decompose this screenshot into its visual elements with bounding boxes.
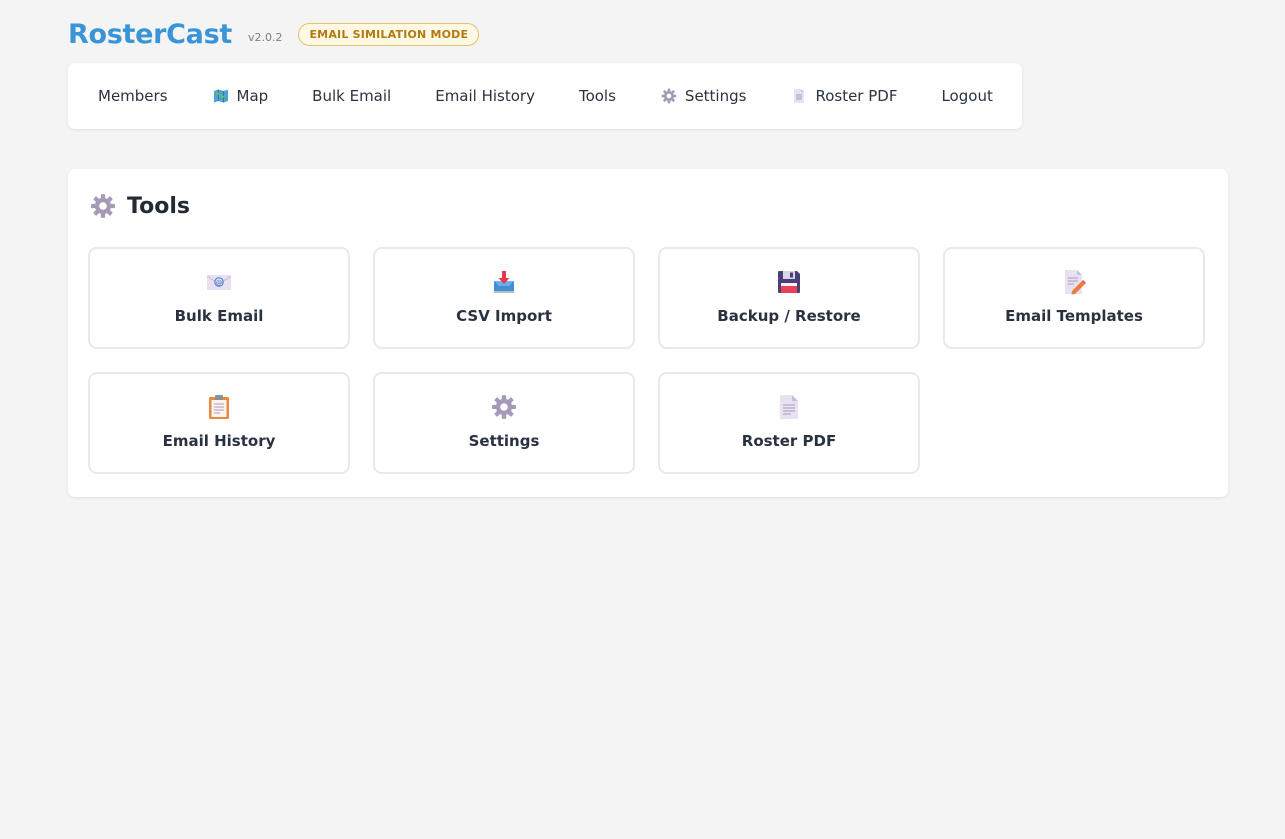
document-icon <box>776 394 802 420</box>
nav-item-label: Tools <box>578 87 616 105</box>
document-icon <box>790 87 808 105</box>
tool-card-roster-pdf[interactable]: Roster PDF <box>658 372 920 474</box>
tool-card-bulk-email[interactable]: @ Bulk Email <box>88 247 350 349</box>
panel-title-text: Tools <box>127 193 190 219</box>
tool-card-csv-import[interactable]: CSV Import <box>373 247 635 349</box>
tools-panel: Tools @ Bulk Email CSV Import Backup / R… <box>68 169 1228 497</box>
memo-pencil-icon <box>1061 269 1087 295</box>
nav-item-members[interactable]: Members <box>76 76 190 116</box>
nav-item-settings[interactable]: Settings <box>638 76 769 116</box>
tool-card-backup-restore[interactable]: Backup / Restore <box>658 247 920 349</box>
nav-item-label: Logout <box>941 87 993 105</box>
svg-text:@: @ <box>216 278 223 286</box>
clipboard-icon <box>206 394 232 420</box>
nav-item-label: Email History <box>435 87 535 105</box>
card-label: Roster PDF <box>741 432 837 450</box>
main-nav: Members Map Bulk Email Email History Too… <box>68 63 1022 129</box>
gear-icon <box>91 194 115 218</box>
card-label: Email History <box>162 432 276 450</box>
card-label: Bulk Email <box>174 307 264 325</box>
card-label: Settings <box>468 432 540 450</box>
nav-item-label: Bulk Email <box>312 87 392 105</box>
map-icon <box>212 87 230 105</box>
nav-item-tools[interactable]: Tools <box>557 76 638 116</box>
app-header: RosterCast v2.0.2 EMAIL SIMILATION MODE <box>68 15 480 53</box>
tool-card-email-history[interactable]: Email History <box>88 372 350 474</box>
nav-item-map[interactable]: Map <box>190 76 291 116</box>
app-brand[interactable]: RosterCast <box>68 19 232 50</box>
inbox-download-icon <box>491 269 517 295</box>
nav-item-label: Settings <box>684 87 747 105</box>
nav-item-bulk-email[interactable]: Bulk Email <box>290 76 413 116</box>
mode-badge: EMAIL SIMILATION MODE <box>298 22 480 46</box>
nav-item-roster-pdf[interactable]: Roster PDF <box>768 76 919 116</box>
panel-title: Tools <box>90 193 190 219</box>
tool-card-settings[interactable]: Settings <box>373 372 635 474</box>
email-envelope-icon: @ <box>206 269 232 295</box>
card-label: CSV Import <box>456 307 552 325</box>
nav-item-logout[interactable]: Logout <box>919 76 1014 116</box>
card-label: Backup / Restore <box>717 307 861 325</box>
app-version: v2.0.2 <box>247 30 283 44</box>
nav-item-label: Roster PDF <box>815 87 898 105</box>
gear-icon <box>491 394 517 420</box>
floppy-disk-icon <box>776 269 802 295</box>
nav-item-label: Members <box>98 87 168 105</box>
gear-icon <box>660 87 678 105</box>
nav-item-email-history[interactable]: Email History <box>413 76 557 116</box>
nav-item-label: Map <box>236 87 269 105</box>
card-label: Email Templates <box>1005 307 1143 325</box>
tool-card-email-templates[interactable]: Email Templates <box>943 247 1205 349</box>
